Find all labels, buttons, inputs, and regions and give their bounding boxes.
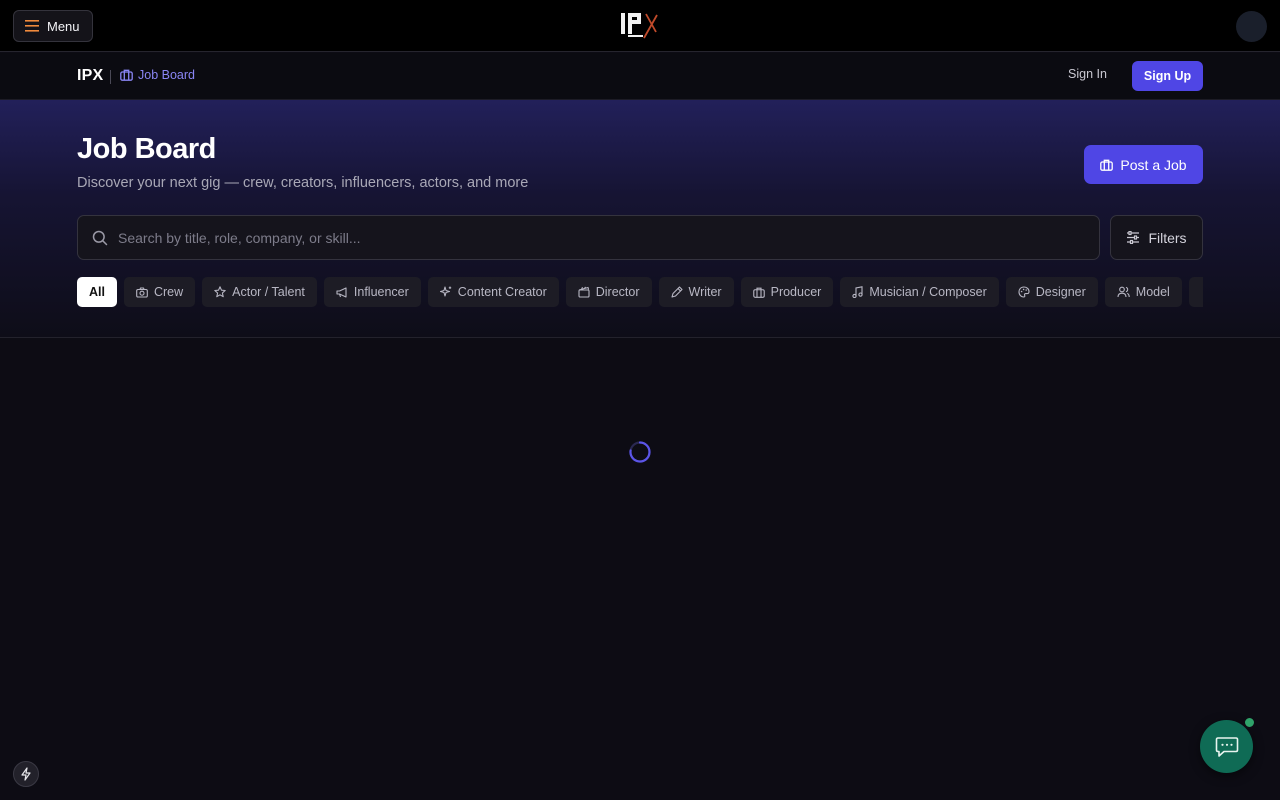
search-box[interactable] — [77, 215, 1100, 260]
chat-icon — [1215, 736, 1238, 757]
online-status-indicator — [1243, 716, 1256, 729]
filters-button[interactable]: Filters — [1110, 215, 1203, 260]
menu-button[interactable]: Menu — [13, 10, 93, 42]
category-chip-writer[interactable]: Writer — [658, 277, 734, 307]
chip-label: Director — [595, 285, 640, 299]
briefcase-icon — [1100, 159, 1114, 171]
sliders-icon — [1127, 231, 1140, 244]
app-topbar: Menu — [0, 0, 1280, 52]
camera-icon — [136, 286, 148, 298]
star-icon — [214, 286, 226, 298]
page-title: Job Board — [77, 133, 216, 165]
sign-up-button[interactable]: Sign Up — [1132, 61, 1203, 91]
chip-label: Producer — [770, 285, 822, 299]
category-filter-bar: All Crew Actor / Talent Influencer Conte… — [77, 277, 1203, 307]
category-chip-content-creator[interactable]: Content Creator — [427, 277, 559, 307]
chip-label: Actor / Talent — [232, 285, 305, 299]
breadcrumb[interactable]: Job Board — [120, 68, 195, 82]
chip-label: Designer — [1035, 285, 1086, 299]
clapperboard-icon — [578, 286, 590, 298]
category-chip-all[interactable]: All — [77, 277, 117, 307]
avatar[interactable] — [1236, 11, 1267, 42]
search-input[interactable] — [118, 216, 1078, 259]
chip-label: Musician / Composer — [869, 285, 987, 299]
post-job-label: Post a Job — [1120, 156, 1187, 173]
filters-label: Filters — [1148, 229, 1187, 246]
chip-label: All — [89, 285, 105, 299]
megaphone-icon — [336, 286, 347, 298]
category-chip-model[interactable]: Model — [1104, 277, 1182, 307]
search-icon — [92, 230, 108, 246]
chip-label: Model — [1135, 285, 1170, 299]
chip-label: Influencer — [353, 285, 409, 299]
category-chip-influencer[interactable]: Influencer — [323, 277, 421, 307]
menu-label: Menu — [47, 18, 80, 34]
page-subtitle: Discover your next gig — crew, creators,… — [77, 175, 529, 191]
loading-spinner-icon — [629, 441, 651, 463]
category-chip-crew[interactable]: Crew — [123, 277, 196, 307]
chip-label: Writer — [688, 285, 722, 299]
category-chip-more[interactable] — [1188, 277, 1203, 307]
brand-name[interactable]: IPX — [77, 67, 103, 85]
palette-icon — [1018, 286, 1030, 298]
bolt-icon — [21, 767, 31, 781]
post-job-button[interactable]: Post a Job — [1084, 145, 1203, 184]
users-icon — [1117, 286, 1130, 298]
sign-in-link[interactable]: Sign In — [1068, 67, 1107, 81]
chip-label: Content Creator — [457, 285, 547, 299]
breadcrumb-separator — [110, 70, 111, 84]
ipx-logo-icon[interactable] — [619, 10, 661, 40]
bolt-button[interactable] — [13, 761, 39, 787]
sparkles-icon — [439, 286, 451, 297]
pen-icon — [670, 286, 683, 298]
music-icon — [852, 286, 863, 298]
category-chip-musician-composer[interactable]: Musician / Composer — [840, 277, 999, 307]
category-chip-designer[interactable]: Designer — [1005, 277, 1098, 307]
sub-navigation: IPX Job Board Sign In Sign Up — [0, 53, 1280, 100]
breadcrumb-label: Job Board — [138, 68, 195, 82]
category-chip-producer[interactable]: Producer — [740, 277, 834, 307]
category-chip-actor-talent[interactable]: Actor / Talent — [202, 277, 317, 307]
category-chip-director[interactable]: Director — [565, 277, 652, 307]
briefcase-icon — [752, 287, 765, 298]
briefcase-icon — [120, 69, 133, 81]
hero-section: Job Board Discover your next gig — crew,… — [0, 100, 1280, 338]
chip-label: Crew — [153, 285, 184, 299]
hamburger-icon — [25, 20, 39, 32]
